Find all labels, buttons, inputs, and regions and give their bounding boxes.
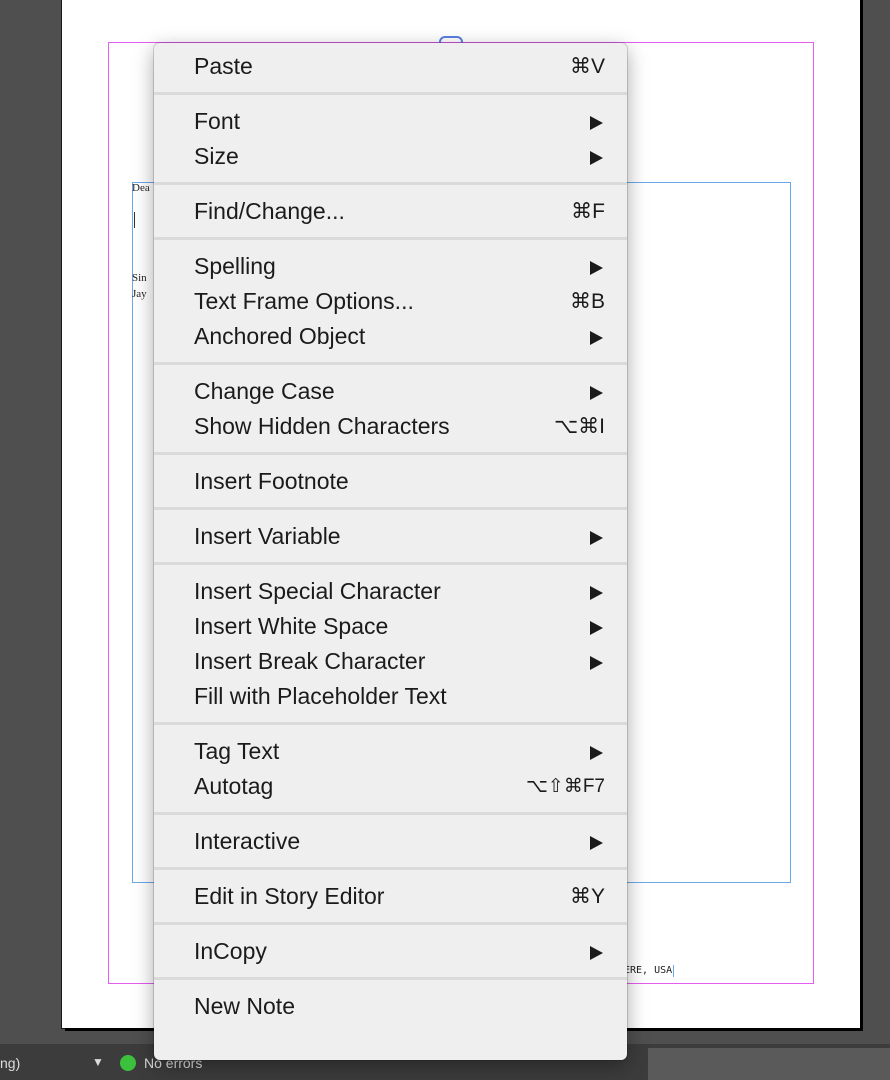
menu-item-label: Insert Special Character [194,578,441,604]
menu-item-label: Autotag [194,773,274,799]
menu-item-shortcut: ⌘B [569,290,605,313]
submenu-arrow-icon [590,586,603,600]
context-menu: Paste ⌘V Font Size Find/Change... ⌘F Spelling T… [154,43,627,1060]
menu-item-label: New Note [194,993,295,1019]
menu-item-label: Size [194,143,239,169]
menu-item-label: Edit in Story Editor [194,883,385,909]
menu-item-insert-variable[interactable]: Insert Variable [154,519,627,554]
chevron-down-icon[interactable]: ▼ [92,1055,104,1069]
submenu-arrow-icon [590,746,603,760]
menu-item-insert-special-character[interactable]: Insert Special Character [154,574,627,609]
menu-item-paste[interactable]: Paste ⌘V [154,49,627,84]
menu-item-new-note[interactable]: New Note [154,989,627,1024]
menu-item-label: Insert Break Character [194,648,426,674]
menu-item-shortcut: ⌘F [571,200,605,223]
menu-item-show-hidden-characters[interactable]: Show Hidden Characters ⌥⌘I [154,409,627,444]
menu-separator [154,452,627,455]
submenu-arrow-icon [590,836,603,850]
submenu-arrow-icon [590,261,603,275]
menu-separator [154,92,627,95]
menu-item-label: Anchored Object [194,323,366,349]
menu-item-autotag[interactable]: Autotag ⌥⇧⌘F7 [154,769,627,804]
menu-separator [154,507,627,510]
menu-item-edit-in-story-editor[interactable]: Edit in Story Editor ⌘Y [154,879,627,914]
submenu-arrow-icon [590,946,603,960]
menu-item-shortcut: ⌘Y [569,885,605,908]
menu-item-insert-white-space[interactable]: Insert White Space [154,609,627,644]
menu-item-shortcut: ⌥⌘I [553,415,605,438]
menu-item-label: Interactive [194,828,301,854]
menu-item-interactive[interactable]: Interactive [154,824,627,859]
menu-separator [154,977,627,980]
menu-item-label: InCopy [194,938,267,964]
menu-item-label: Text Frame Options... [194,288,414,314]
footer-address-text: ERE, USA [624,965,675,977]
menu-item-tag-text[interactable]: Tag Text [154,734,627,769]
menu-item-spelling[interactable]: Spelling [154,249,627,284]
menu-separator [154,182,627,185]
letter-line-salutation: Dea [132,182,150,194]
menu-item-change-case[interactable]: Change Case [154,374,627,409]
submenu-arrow-icon [590,531,603,545]
submenu-arrow-icon [590,656,603,670]
submenu-arrow-icon [590,151,603,165]
menu-separator [154,562,627,565]
menu-item-fill-with-placeholder-text[interactable]: Fill with Placeholder Text [154,679,627,714]
menu-item-insert-footnote[interactable]: Insert Footnote [154,464,627,499]
submenu-arrow-icon [590,116,603,130]
menu-item-label: Paste [194,53,253,79]
menu-item-find-change[interactable]: Find/Change... ⌘F [154,194,627,229]
submenu-arrow-icon [590,331,603,345]
status-profile-text: ng) [0,1055,21,1071]
menu-item-label: Insert Footnote [194,468,349,494]
menu-separator [154,812,627,815]
menu-item-anchored-object[interactable]: Anchored Object [154,319,627,354]
menu-separator [154,867,627,870]
menu-item-label: Find/Change... [194,198,345,224]
menu-item-text-frame-options[interactable]: Text Frame Options... ⌘B [154,284,627,319]
menu-separator [154,922,627,925]
menu-item-shortcut: ⌘V [569,55,605,78]
status-scroll-area[interactable] [648,1048,890,1080]
submenu-arrow-icon [590,386,603,400]
menu-item-insert-break-character[interactable]: Insert Break Character [154,644,627,679]
letter-line-closing: Sin [132,272,147,284]
menu-item-font[interactable]: Font [154,104,627,139]
submenu-arrow-icon [590,621,603,635]
menu-item-label: Spelling [194,253,276,279]
menu-item-label: Insert Variable [194,523,341,549]
menu-separator [154,722,627,725]
menu-item-label: Fill with Placeholder Text [194,683,447,709]
menu-item-label: Tag Text [194,738,280,764]
menu-item-label: Font [194,108,241,134]
menu-item-size[interactable]: Size [154,139,627,174]
menu-item-label: Change Case [194,378,335,404]
text-caret [134,212,135,228]
menu-item-shortcut: ⌥⇧⌘F7 [526,776,605,797]
menu-item-label: Insert White Space [194,613,389,639]
menu-separator [154,237,627,240]
menu-item-incopy[interactable]: InCopy [154,934,627,969]
preflight-ok-icon [120,1055,136,1071]
menu-separator [154,362,627,365]
menu-item-label: Show Hidden Characters [194,413,450,439]
letter-line-signature: Jay [132,288,147,300]
